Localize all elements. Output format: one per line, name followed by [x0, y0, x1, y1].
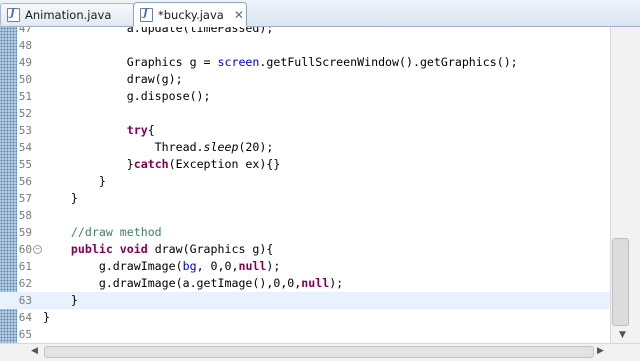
java-file-icon — [7, 7, 20, 22]
code-line[interactable]: 65 — [0, 326, 610, 343]
tab-animation-java[interactable]: Animation.java — [0, 3, 134, 25]
code-text: //draw method — [70, 225, 162, 239]
code-text: g.drawImage(a.getImage(),0,0,null); — [43, 276, 344, 290]
code-line[interactable]: 60− public void draw(Graphics g){ — [0, 241, 610, 258]
code-line[interactable]: 63 } — [0, 292, 610, 309]
line-number: 53 — [18, 124, 32, 137]
code-line[interactable]: 61 g.drawImage(bg, 0,0,null); — [0, 258, 610, 275]
code-text: } — [43, 293, 78, 307]
scroll-right-arrow-icon[interactable]: ▶ — [597, 346, 604, 356]
line-number: 54 — [18, 141, 32, 154]
code-line[interactable]: 49 Graphics g = screen.getFullScreenWind… — [0, 54, 610, 71]
line-number: 56 — [18, 175, 32, 188]
code-line[interactable]: 47 a.update(timePassed); — [0, 27, 610, 37]
code-line[interactable]: 54 Thread.sleep(20); — [0, 139, 610, 156]
code-text: g.dispose(); — [43, 89, 211, 103]
code-text: draw(g); — [43, 72, 183, 86]
code-text: Graphics g = screen.getFullScreenWindow(… — [43, 55, 518, 69]
close-tab-icon[interactable]: ✕ — [234, 8, 244, 22]
code-text: } — [43, 174, 106, 188]
code-line[interactable]: 48 — [0, 37, 610, 54]
code-line[interactable]: 57 } — [0, 190, 610, 207]
line-number: 59 — [18, 226, 32, 239]
line-number: 49 — [18, 56, 32, 69]
code-line[interactable]: 50 draw(g); — [0, 71, 610, 88]
line-number: 61 — [18, 260, 32, 273]
tab-bucky-java[interactable]: *bucky.java ✕ — [133, 2, 247, 27]
code-text: }catch(Exception ex){} — [43, 157, 281, 171]
line-number: 63 — [18, 294, 32, 307]
code-text: Thread.sleep(20); — [43, 140, 274, 154]
line-number: 60 — [18, 243, 32, 256]
line-number: 58 — [18, 209, 32, 222]
vertical-scroll-thumb[interactable] — [612, 238, 629, 326]
code-editor[interactable]: 47 a.update(timePassed); 48 49 Graphics g … — [0, 27, 610, 343]
code-line[interactable]: 59 //draw method — [0, 224, 610, 241]
editor-tab-bar: Animation.java *bucky.java ✕ — [0, 0, 640, 27]
line-number: 57 — [18, 192, 32, 205]
code-text: public void draw(Graphics g){ — [70, 242, 274, 256]
code-line[interactable]: 64} — [0, 309, 610, 326]
code-line[interactable]: 58 — [0, 207, 610, 224]
tab-label: Animation.java — [25, 7, 112, 22]
line-number: 62 — [18, 277, 32, 290]
code-line[interactable]: 62 g.drawImage(a.getImage(),0,0,null); — [0, 275, 610, 292]
java-file-icon — [140, 7, 153, 22]
line-number: 52 — [18, 107, 32, 120]
line-number: 48 — [18, 39, 32, 52]
line-number: 64 — [18, 311, 32, 324]
code-line[interactable]: 53 try{ — [0, 122, 610, 139]
line-number: 50 — [18, 73, 32, 86]
line-number: 65 — [18, 328, 32, 341]
code-line[interactable]: 52 — [0, 105, 610, 122]
code-text: try{ — [126, 123, 155, 137]
code-line[interactable]: 56 } — [0, 173, 610, 190]
horizontal-scroll-thumb[interactable] — [44, 346, 594, 358]
code-text: g.drawImage(bg, 0,0,null); — [43, 259, 281, 273]
scroll-down-arrow-icon[interactable]: ▼ — [619, 330, 626, 340]
fold-collapse-icon[interactable]: − — [33, 245, 42, 254]
line-number: 47 — [18, 27, 32, 35]
line-number: 55 — [18, 158, 32, 171]
scroll-left-arrow-icon[interactable]: ◀ — [31, 346, 38, 356]
code-text: a.update(timePassed); — [43, 27, 274, 35]
code-line[interactable]: 51 g.dispose(); — [0, 88, 610, 105]
code-text: } — [43, 191, 78, 205]
line-number: 51 — [18, 90, 32, 103]
code-text: } — [43, 310, 50, 324]
tab-label: *bucky.java — [158, 7, 224, 22]
code-line[interactable]: 55 }catch(Exception ex){} — [0, 156, 610, 173]
